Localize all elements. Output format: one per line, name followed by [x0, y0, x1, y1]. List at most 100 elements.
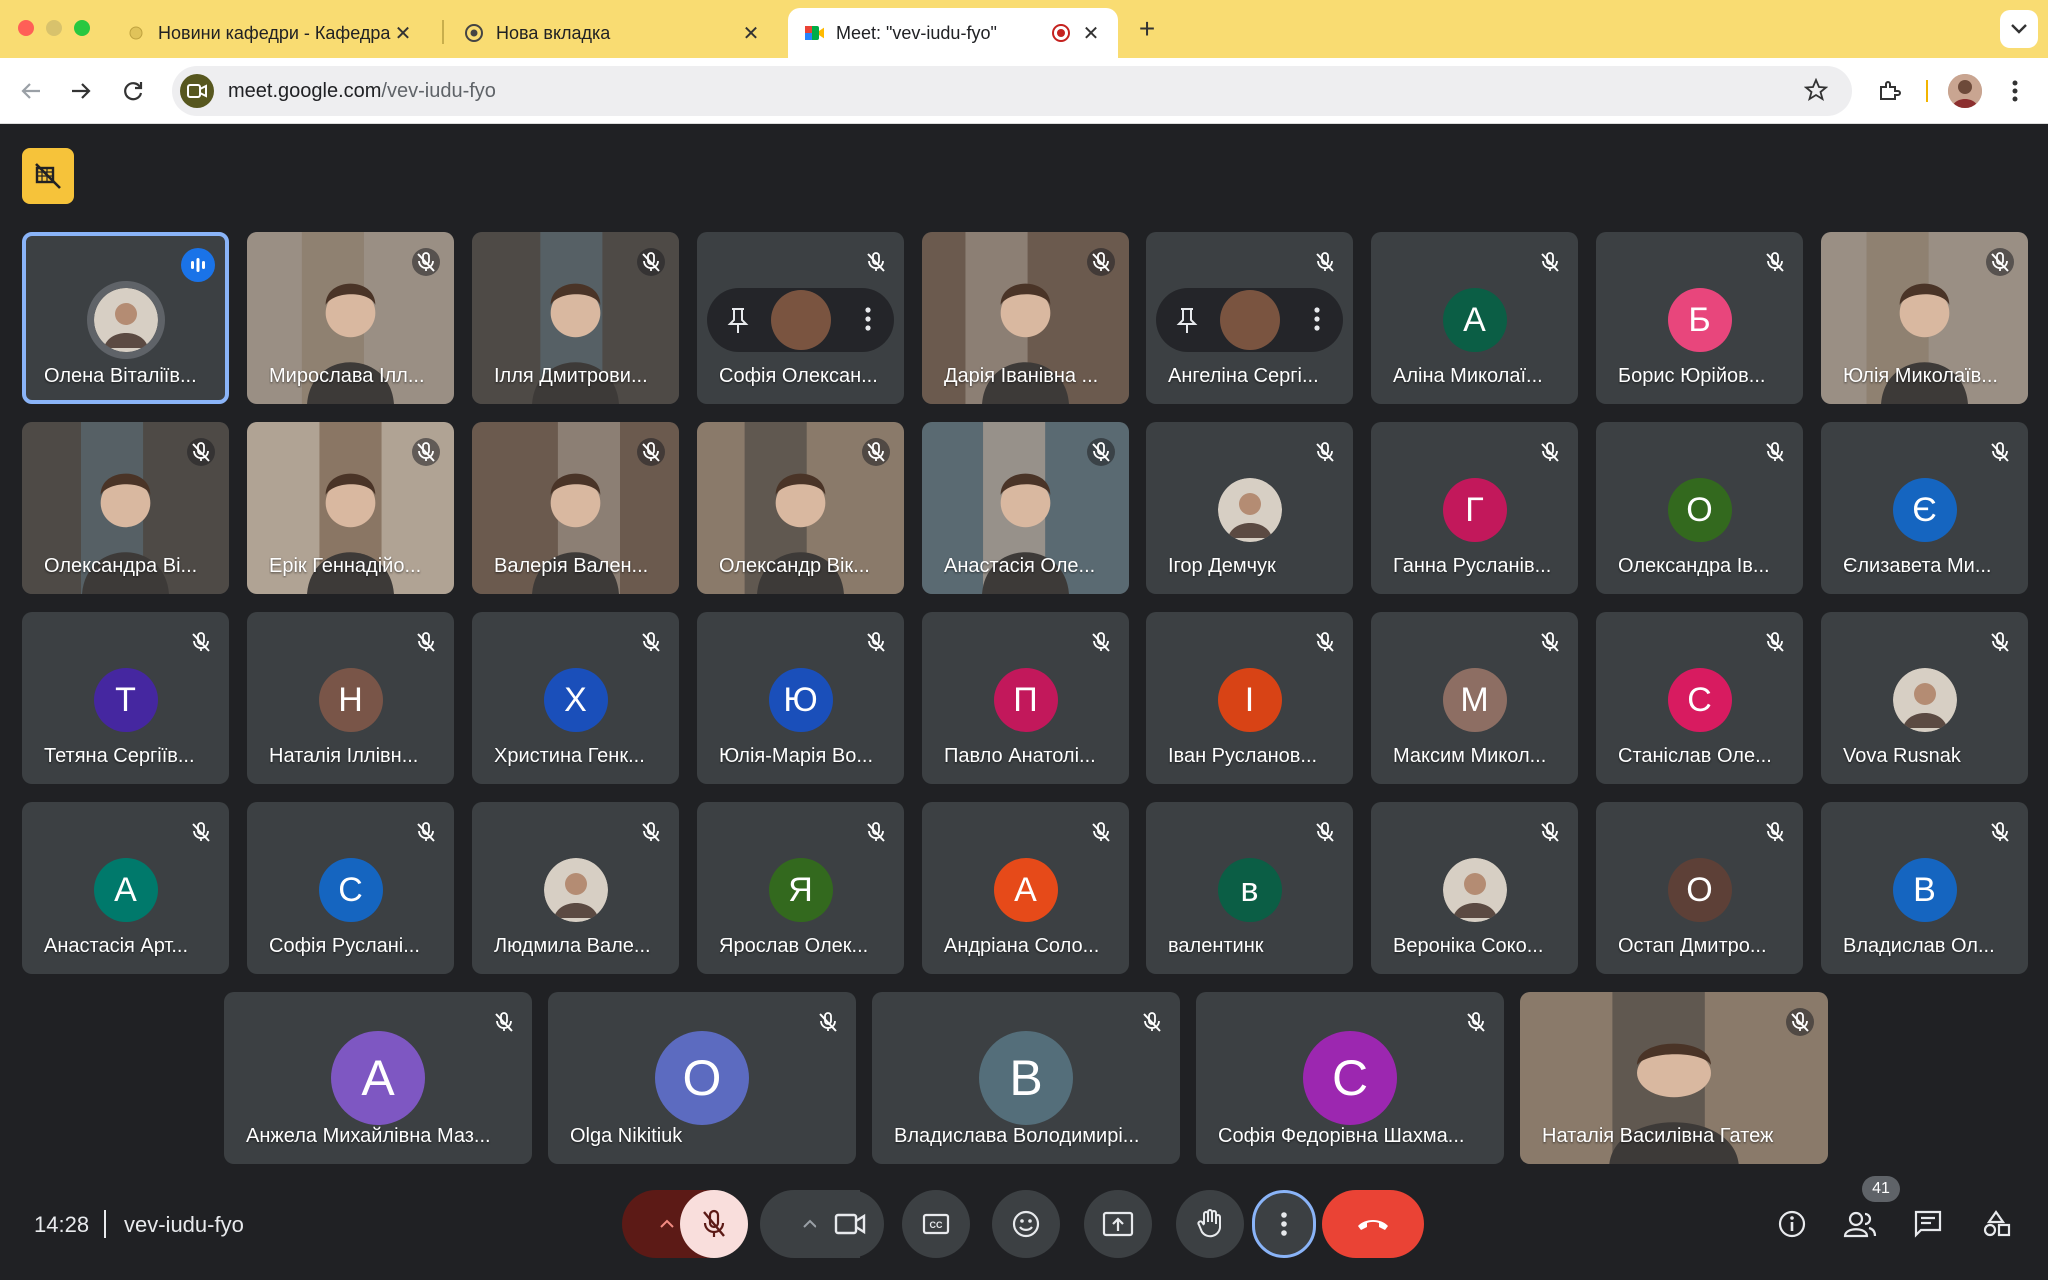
participant-tile[interactable]: Мирослава Ілл...: [247, 232, 454, 404]
participant-tile[interactable]: О Остап Дмитро...: [1596, 802, 1803, 974]
participant-avatar: А: [331, 1031, 425, 1125]
participant-tile[interactable]: Vova Rusnak: [1821, 612, 2028, 784]
participant-tile[interactable]: О Олександра Ів...: [1596, 422, 1803, 594]
mic-off-icon: [1087, 818, 1115, 846]
participant-tile[interactable]: Н Наталія Іллівн...: [247, 612, 454, 784]
participant-tile[interactable]: Людмила Вале...: [472, 802, 679, 974]
participant-avatar: Г: [1442, 478, 1507, 542]
tab-search-button[interactable]: [2000, 10, 2038, 48]
people-button[interactable]: [1838, 1202, 1882, 1246]
microphone-toggle-button[interactable]: [680, 1190, 748, 1258]
participant-tile[interactable]: Юлія Миколаїв...: [1821, 232, 2028, 404]
site-info-icon[interactable]: [180, 74, 214, 108]
participant-tile[interactable]: Дарія Іванівна ...: [922, 232, 1129, 404]
participant-tile[interactable]: Вероніка Соко...: [1371, 802, 1578, 974]
participant-tile[interactable]: Ілля Дмитрови...: [472, 232, 679, 404]
participant-tile[interactable]: Ю Юлія-Марія Во...: [697, 612, 904, 784]
raise-hand-button[interactable]: [1176, 1190, 1244, 1258]
recording-badge[interactable]: [22, 148, 74, 204]
participant-tile[interactable]: Я Ярослав Олек...: [697, 802, 904, 974]
window-zoom-button[interactable]: [74, 20, 90, 36]
toolbar-divider: [1926, 80, 1928, 102]
participant-name: Анастасія Оле...: [944, 555, 1096, 577]
participant-tile[interactable]: в валентинк: [1146, 802, 1353, 974]
participant-name: Ангеліна Сергі...: [1168, 365, 1319, 387]
chevron-down-icon: [2011, 24, 2027, 34]
participant-tile[interactable]: А Андріана Соло...: [922, 802, 1129, 974]
participant-tile[interactable]: Б Борис Юрійов...: [1596, 232, 1803, 404]
more-vert-icon[interactable]: [1313, 306, 1321, 337]
browser-menu-button[interactable]: [1996, 72, 2034, 110]
participant-name: Іван Русланов...: [1168, 745, 1318, 767]
participant-tile[interactable]: І Іван Русланов...: [1146, 612, 1353, 784]
participant-tile[interactable]: Софія Олексан...: [697, 232, 904, 404]
reload-button[interactable]: [114, 72, 152, 110]
participant-avatar: О: [1667, 858, 1732, 922]
pin-icon[interactable]: [727, 306, 749, 339]
captions-button[interactable]: CC: [902, 1190, 970, 1258]
back-button[interactable]: [12, 72, 50, 110]
participant-name: Тетяна Сергіїв...: [44, 745, 195, 767]
present-screen-button[interactable]: [1084, 1190, 1152, 1258]
mic-off-icon: [1986, 248, 2014, 276]
people-icon: [1843, 1211, 1877, 1238]
mic-off-icon: [490, 1008, 518, 1036]
participant-tile[interactable]: С Станіслав Оле...: [1596, 612, 1803, 784]
meeting-details-button[interactable]: [1770, 1202, 1814, 1246]
participant-tile[interactable]: Є Єлизавета Ми...: [1821, 422, 2028, 594]
participant-name: Павло Анатолі...: [944, 745, 1096, 767]
mic-off-icon: [1138, 1008, 1166, 1036]
participant-tile[interactable]: А Анжела Михайлівна Маз...: [224, 992, 532, 1164]
leave-call-button[interactable]: [1322, 1190, 1424, 1258]
participant-tile[interactable]: Ігор Демчук: [1146, 422, 1353, 594]
participant-tile[interactable]: А Аліна Миколаї...: [1371, 232, 1578, 404]
tab-title: Meet: "vev-iudu-fyo": [836, 22, 997, 43]
extensions-button[interactable]: [1870, 72, 1908, 110]
tab-close-icon[interactable]: ✕: [740, 22, 762, 45]
reactions-button[interactable]: [992, 1190, 1060, 1258]
new-tab-button[interactable]: +: [1132, 13, 1162, 44]
tab-close-icon[interactable]: ✕: [392, 22, 414, 45]
participant-tile[interactable]: Ангеліна Сергі...: [1146, 232, 1353, 404]
participant-tile[interactable]: Валерія Вален...: [472, 422, 679, 594]
participant-tile[interactable]: Олександр Вік...: [697, 422, 904, 594]
pin-icon[interactable]: [1176, 306, 1198, 339]
activities-button[interactable]: [1974, 1202, 2018, 1246]
participant-avatar: [86, 281, 165, 359]
participant-tile[interactable]: Наталія Василівна Гатеж: [1520, 992, 1828, 1164]
window-minimize-button[interactable]: [46, 20, 62, 36]
participant-tile[interactable]: Анастасія Оле...: [922, 422, 1129, 594]
participant-tile[interactable]: В Владислав Ол...: [1821, 802, 2028, 974]
participant-avatar: [1219, 290, 1280, 350]
participant-tile[interactable]: Г Ганна Русланів...: [1371, 422, 1578, 594]
participant-tile[interactable]: Ерік Геннадійо...: [247, 422, 454, 594]
participant-tile[interactable]: С Софія Руслані...: [247, 802, 454, 974]
bookmark-star-icon[interactable]: [1803, 77, 1829, 107]
address-bar[interactable]: meet.google.com/vev-iudu-fyo: [172, 66, 1852, 116]
more-options-button[interactable]: [1252, 1190, 1316, 1258]
participant-tile[interactable]: Х Христина Генк...: [472, 612, 679, 784]
browser-tab-new-tab[interactable]: Нова вкладка ✕: [448, 8, 778, 58]
participant-name: Олександра Ві...: [44, 555, 198, 577]
browser-tab-meet[interactable]: Meet: "vev-iudu-fyo" ✕: [788, 8, 1118, 58]
participant-tile[interactable]: М Максим Микол...: [1371, 612, 1578, 784]
forward-button[interactable]: [62, 72, 100, 110]
camera-toggle-button[interactable]: [816, 1190, 884, 1258]
participant-tile[interactable]: С Софія Федорівна Шахма...: [1196, 992, 1504, 1164]
meet-stage: Олена Віталіїв... Мирослава Ілл... Ілля Дм…: [0, 124, 2048, 1280]
participant-tile[interactable]: O Olga Nikitiuk: [548, 992, 856, 1164]
participant-tile[interactable]: Т Тетяна Сергіїв...: [22, 612, 229, 784]
participant-tile[interactable]: Олександра Ві...: [22, 422, 229, 594]
participant-tile[interactable]: П Павло Анатолі...: [922, 612, 1129, 784]
chat-button[interactable]: [1906, 1202, 1950, 1246]
participant-avatar: O: [655, 1031, 749, 1125]
more-vert-icon[interactable]: [864, 306, 872, 337]
browser-tab-department-news[interactable]: Новини кафедри - Кафедра ✕: [110, 8, 430, 58]
participant-avatar: В: [979, 1031, 1073, 1125]
participant-tile[interactable]: В Владислава Володимирі...: [872, 992, 1180, 1164]
profile-avatar[interactable]: [1948, 74, 1982, 108]
participant-tile[interactable]: А Анастасія Арт...: [22, 802, 229, 974]
participant-tile[interactable]: Олена Віталіїв...: [22, 232, 229, 404]
window-close-button[interactable]: [18, 20, 34, 36]
tab-close-icon[interactable]: ✕: [1080, 22, 1102, 45]
